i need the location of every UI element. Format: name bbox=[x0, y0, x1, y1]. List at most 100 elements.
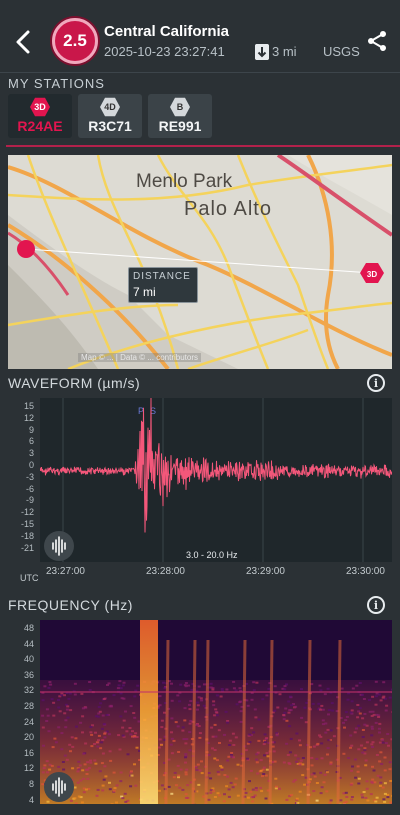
spectrogram-cell bbox=[220, 768, 224, 771]
spectrogram-cell bbox=[260, 790, 264, 793]
waveform-chart[interactable]: P S 3.0 - 20.0 Hz bbox=[39, 397, 393, 562]
spectrogram-cell bbox=[322, 781, 326, 784]
station-name: R24AE bbox=[17, 118, 63, 134]
spectrogram-cell bbox=[116, 687, 120, 690]
spectrogram-cell bbox=[133, 695, 137, 698]
spectrogram-cell bbox=[344, 800, 348, 803]
spectrogram-cell bbox=[361, 736, 365, 738]
spectrogram-cell bbox=[82, 777, 86, 780]
spectrogram-cell bbox=[349, 711, 353, 714]
spectrogram-cell bbox=[248, 780, 251, 783]
spectrogram-cell bbox=[54, 741, 58, 744]
event-region: Central California bbox=[104, 23, 230, 40]
spectrogram-streak bbox=[241, 639, 247, 804]
spectrogram-cell bbox=[388, 761, 392, 764]
share-icon[interactable] bbox=[366, 30, 388, 52]
spectrogram-cell bbox=[319, 792, 323, 795]
spectrogram-cell bbox=[202, 704, 206, 707]
waveform-info-icon[interactable]: i bbox=[367, 374, 385, 392]
spectrogram-chart[interactable] bbox=[40, 620, 392, 804]
spectrogram-cell bbox=[323, 773, 327, 776]
spectrogram-cell bbox=[351, 765, 354, 768]
spectrogram-cell bbox=[200, 772, 204, 775]
spectrogram-cell bbox=[65, 708, 69, 711]
map-label-menlo-park: Menlo Park bbox=[136, 171, 233, 192]
spectrogram-cell bbox=[93, 743, 96, 745]
spectrogram-cell bbox=[212, 790, 216, 793]
spectrogram-cell bbox=[196, 708, 199, 711]
y-tick-label: 15 bbox=[23, 401, 34, 411]
spectrogram-cell bbox=[215, 714, 219, 717]
spectrogram-cell bbox=[163, 711, 166, 714]
spectrogram-cell bbox=[64, 719, 68, 722]
spectrogram-cell bbox=[94, 762, 98, 765]
spectrogram-cell bbox=[234, 689, 238, 692]
spectrogram-cell bbox=[66, 705, 70, 708]
spectrogram-cell bbox=[98, 770, 102, 773]
spectrogram-cell bbox=[60, 748, 64, 751]
spectrogram-cell bbox=[213, 714, 217, 717]
spectrogram-cell bbox=[119, 771, 123, 774]
y-tick-label: -21 bbox=[20, 542, 34, 553]
spectrogram-cell bbox=[350, 798, 354, 801]
spectrogram-cell bbox=[384, 742, 388, 745]
spectrogram-cell bbox=[361, 717, 365, 720]
spectrogram-cell bbox=[360, 793, 364, 796]
spectrogram-cell bbox=[391, 711, 392, 713]
station-button-r24ae[interactable]: 3D R24AE bbox=[8, 94, 72, 138]
spectrogram-cell bbox=[61, 761, 65, 763]
y-tick-label: 32 bbox=[23, 685, 34, 696]
station-button-r3c71[interactable]: 4D R3C71 bbox=[78, 94, 142, 138]
spectrogram-cell bbox=[273, 685, 277, 688]
spectrogram-cell bbox=[184, 682, 188, 684]
spectrogram-cell bbox=[216, 770, 220, 773]
spectrogram-cell bbox=[257, 739, 261, 742]
spectrogram-cell bbox=[246, 796, 250, 799]
spectrogram-cell bbox=[349, 783, 353, 786]
spectrogram-cell bbox=[231, 786, 235, 789]
station-button-re991[interactable]: B RE991 bbox=[148, 94, 212, 138]
spectrogram-cell bbox=[188, 722, 192, 725]
waveform-audio-button[interactable] bbox=[44, 531, 74, 561]
spectrogram-cell bbox=[295, 797, 299, 800]
sound-wave-icon bbox=[52, 536, 66, 556]
spectrogram-cell bbox=[235, 703, 239, 706]
spectrogram-cell bbox=[363, 747, 367, 750]
spectrogram-cell bbox=[358, 712, 362, 715]
spectrogram-cell bbox=[251, 788, 255, 791]
spectrogram-cell bbox=[160, 784, 164, 787]
y-tick-label: -18 bbox=[20, 530, 34, 541]
waveform-plot: P S bbox=[39, 397, 393, 562]
spectrogram-cell bbox=[365, 741, 369, 744]
frequency-info-icon[interactable]: i bbox=[367, 596, 385, 614]
spectrogram-cell bbox=[129, 785, 133, 788]
spectrogram-cell bbox=[188, 749, 192, 752]
spectrogram-cell bbox=[390, 688, 392, 691]
spectrogram-cell bbox=[326, 728, 330, 731]
spectrogram-cell bbox=[47, 730, 51, 733]
spectrogram-cell bbox=[170, 717, 174, 720]
spectrogram-cell bbox=[222, 800, 226, 803]
spectrogram-cell bbox=[379, 699, 383, 702]
spectrogram-cell bbox=[183, 684, 187, 687]
map-attribution[interactable]: Map © ... | Data © ... contributors bbox=[78, 353, 202, 362]
sound-wave-icon bbox=[52, 777, 66, 797]
spectrogram-cell bbox=[319, 771, 323, 774]
spectrogram-cell bbox=[226, 759, 230, 762]
spectrogram-audio-button[interactable] bbox=[44, 772, 74, 802]
spectrogram-cell bbox=[42, 767, 46, 770]
spectrogram-cell bbox=[198, 732, 202, 735]
spectrogram-cell bbox=[112, 771, 116, 774]
spectrogram-cell bbox=[197, 685, 201, 688]
spectrogram-cell bbox=[374, 721, 378, 724]
event-map[interactable]: 3D Menlo Park Palo Alto DISTANCE 7 mi Ma… bbox=[8, 155, 392, 369]
back-arrow-icon[interactable] bbox=[12, 28, 36, 56]
spectrogram-cell bbox=[197, 783, 201, 786]
spectrogram-cell bbox=[117, 734, 121, 737]
spectrogram-cell bbox=[319, 689, 323, 692]
spectrogram-cell bbox=[198, 769, 202, 772]
spectrogram-cell bbox=[101, 784, 105, 787]
spectrogram-cell bbox=[387, 744, 390, 747]
event-datetime: 2025-10-23 23:27:41 bbox=[104, 44, 225, 59]
spectrogram-cell bbox=[218, 742, 221, 744]
